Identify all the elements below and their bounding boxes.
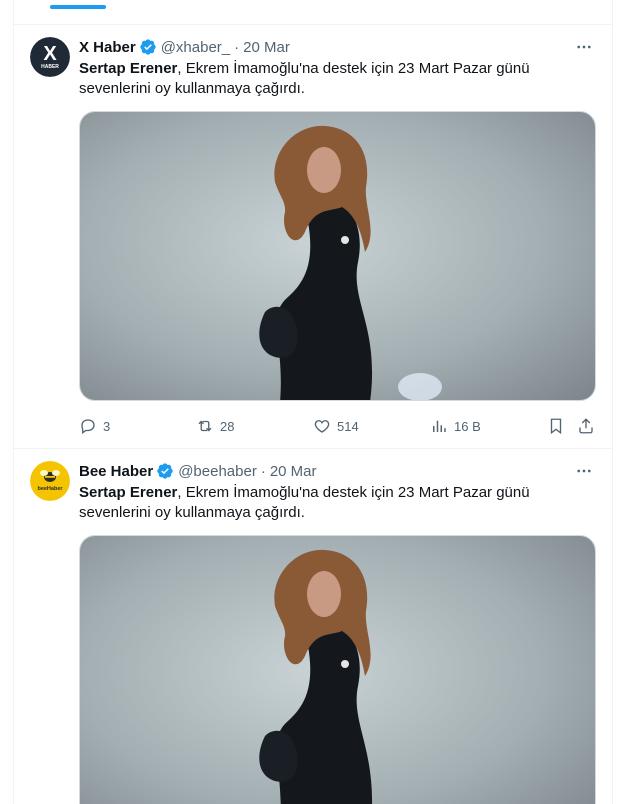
tweet-header: Bee Haber @beehaber · 20 Mar <box>79 461 317 481</box>
tweet-text-bold: Sertap Erener <box>79 484 178 501</box>
reply-count: 3 <box>103 418 111 434</box>
retweet-count: 28 <box>220 418 235 434</box>
author-name[interactable]: X Haber <box>79 39 136 56</box>
avatar-logo-text: beeHaber <box>37 486 63 492</box>
reply-button[interactable]: 3 <box>79 416 110 436</box>
avatar[interactable]: X HABER <box>30 37 70 77</box>
reply-icon <box>81 419 95 435</box>
bookmark-icon <box>550 418 562 435</box>
share-button[interactable] <box>577 416 595 436</box>
tweet-text: Sertap Erener, Ekrem İmamoğlu'na destek … <box>79 59 549 99</box>
tweet-photo[interactable] <box>79 535 596 804</box>
separator-dot: · <box>260 462 266 480</box>
more-icon[interactable] <box>574 37 594 57</box>
views-icon <box>433 420 446 432</box>
tweet-actions: 3 28 514 16 B <box>79 416 596 436</box>
author-name[interactable]: Bee Haber <box>79 463 153 480</box>
author-handle[interactable]: @beehaber <box>178 463 257 480</box>
like-count: 514 <box>337 418 359 434</box>
more-icon[interactable] <box>574 461 594 481</box>
views-button[interactable]: 16 B <box>430 416 481 436</box>
tweet-photo[interactable] <box>79 111 596 401</box>
tab-bar <box>14 0 612 25</box>
views-count: 16 B <box>454 418 481 434</box>
separator-dot: · <box>234 38 240 56</box>
verified-badge-icon <box>157 463 173 479</box>
tweet-text: Sertap Erener, Ekrem İmamoğlu'na destek … <box>79 483 549 523</box>
like-icon <box>314 420 330 433</box>
tweet-date[interactable]: 20 Mar <box>270 463 317 480</box>
retweet-button[interactable]: 28 <box>196 416 234 436</box>
active-tab-indicator <box>50 5 106 9</box>
author-handle[interactable]: @xhaber_ <box>161 39 230 56</box>
timeline: X HABER X Haber @xhaber_ · 20 Mar Sertap… <box>13 0 613 804</box>
tweet[interactable]: X HABER X Haber @xhaber_ · 20 Mar Sertap… <box>14 25 612 449</box>
tweet-text-bold: Sertap Erener <box>79 60 178 77</box>
avatar-subtext: HABER <box>41 64 59 70</box>
avatar-letter: X <box>43 43 57 65</box>
verified-badge-icon <box>140 39 156 55</box>
tweet-header: X Haber @xhaber_ · 20 Mar <box>79 37 290 57</box>
tweet[interactable]: beeHaber Bee Haber @beehaber · 20 Mar Se… <box>14 449 612 804</box>
bookmark-button[interactable] <box>547 416 565 436</box>
avatar[interactable]: beeHaber <box>30 461 70 501</box>
tweet-date[interactable]: 20 Mar <box>243 39 290 56</box>
retweet-icon <box>198 420 212 432</box>
share-icon <box>579 418 593 434</box>
like-button[interactable]: 514 <box>313 416 359 436</box>
